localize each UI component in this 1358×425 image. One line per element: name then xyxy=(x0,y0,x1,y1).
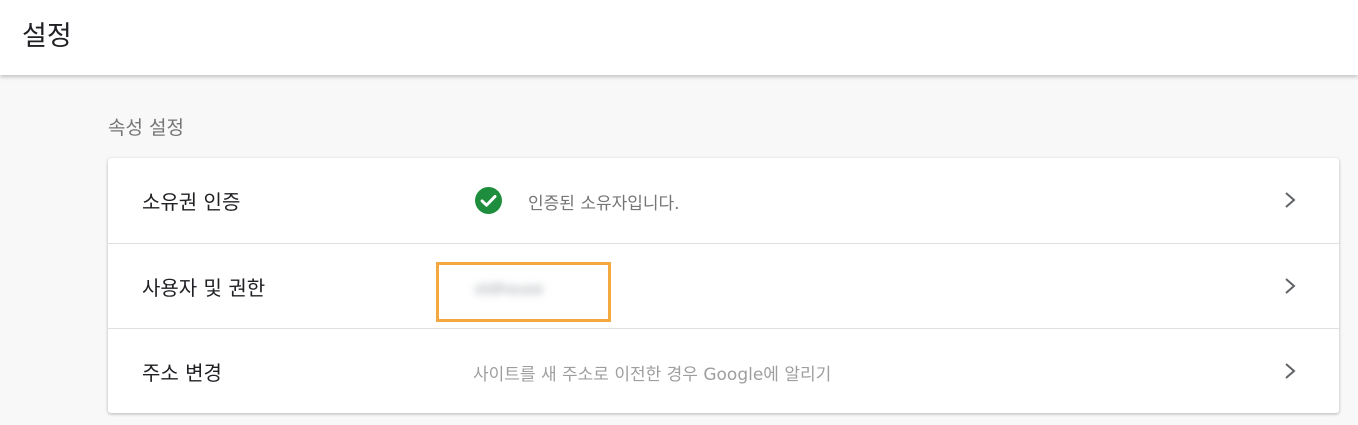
chevron-right-icon[interactable] xyxy=(1283,276,1297,296)
ownership-verification-label: 소유권 인증 xyxy=(142,190,241,214)
users-permissions-label: 사용자 및 권한 xyxy=(142,276,266,300)
change-of-address-row[interactable]: 주소 변경 사이트를 새 주소로 이전한 경우 Google에 알리기 xyxy=(108,328,1339,413)
users-permissions-row[interactable]: 사용자 및 권한 oldhouse xyxy=(108,243,1339,328)
page-title: 설정 xyxy=(22,21,72,52)
change-of-address-label: 주소 변경 xyxy=(142,361,222,385)
chevron-right-icon[interactable] xyxy=(1283,361,1297,381)
redacted-owner-name: oldhouse xyxy=(475,280,544,298)
ownership-status-text: 인증된 소유자입니다. xyxy=(528,194,680,214)
settings-card: 소유권 인증 인증된 소유자입니다. 사용자 및 권한 oldhouse 주소 … xyxy=(108,158,1339,413)
ownership-verification-row[interactable]: 소유권 인증 인증된 소유자입니다. xyxy=(108,158,1339,243)
highlight-box: oldhouse xyxy=(436,262,611,322)
check-circle-icon xyxy=(475,187,502,214)
section-title: 속성 설정 xyxy=(108,117,184,139)
chevron-right-icon[interactable] xyxy=(1283,190,1297,210)
change-of-address-description: 사이트를 새 주소로 이전한 경우 Google에 알리기 xyxy=(473,365,832,385)
top-app-bar: 설정 xyxy=(0,0,1358,75)
